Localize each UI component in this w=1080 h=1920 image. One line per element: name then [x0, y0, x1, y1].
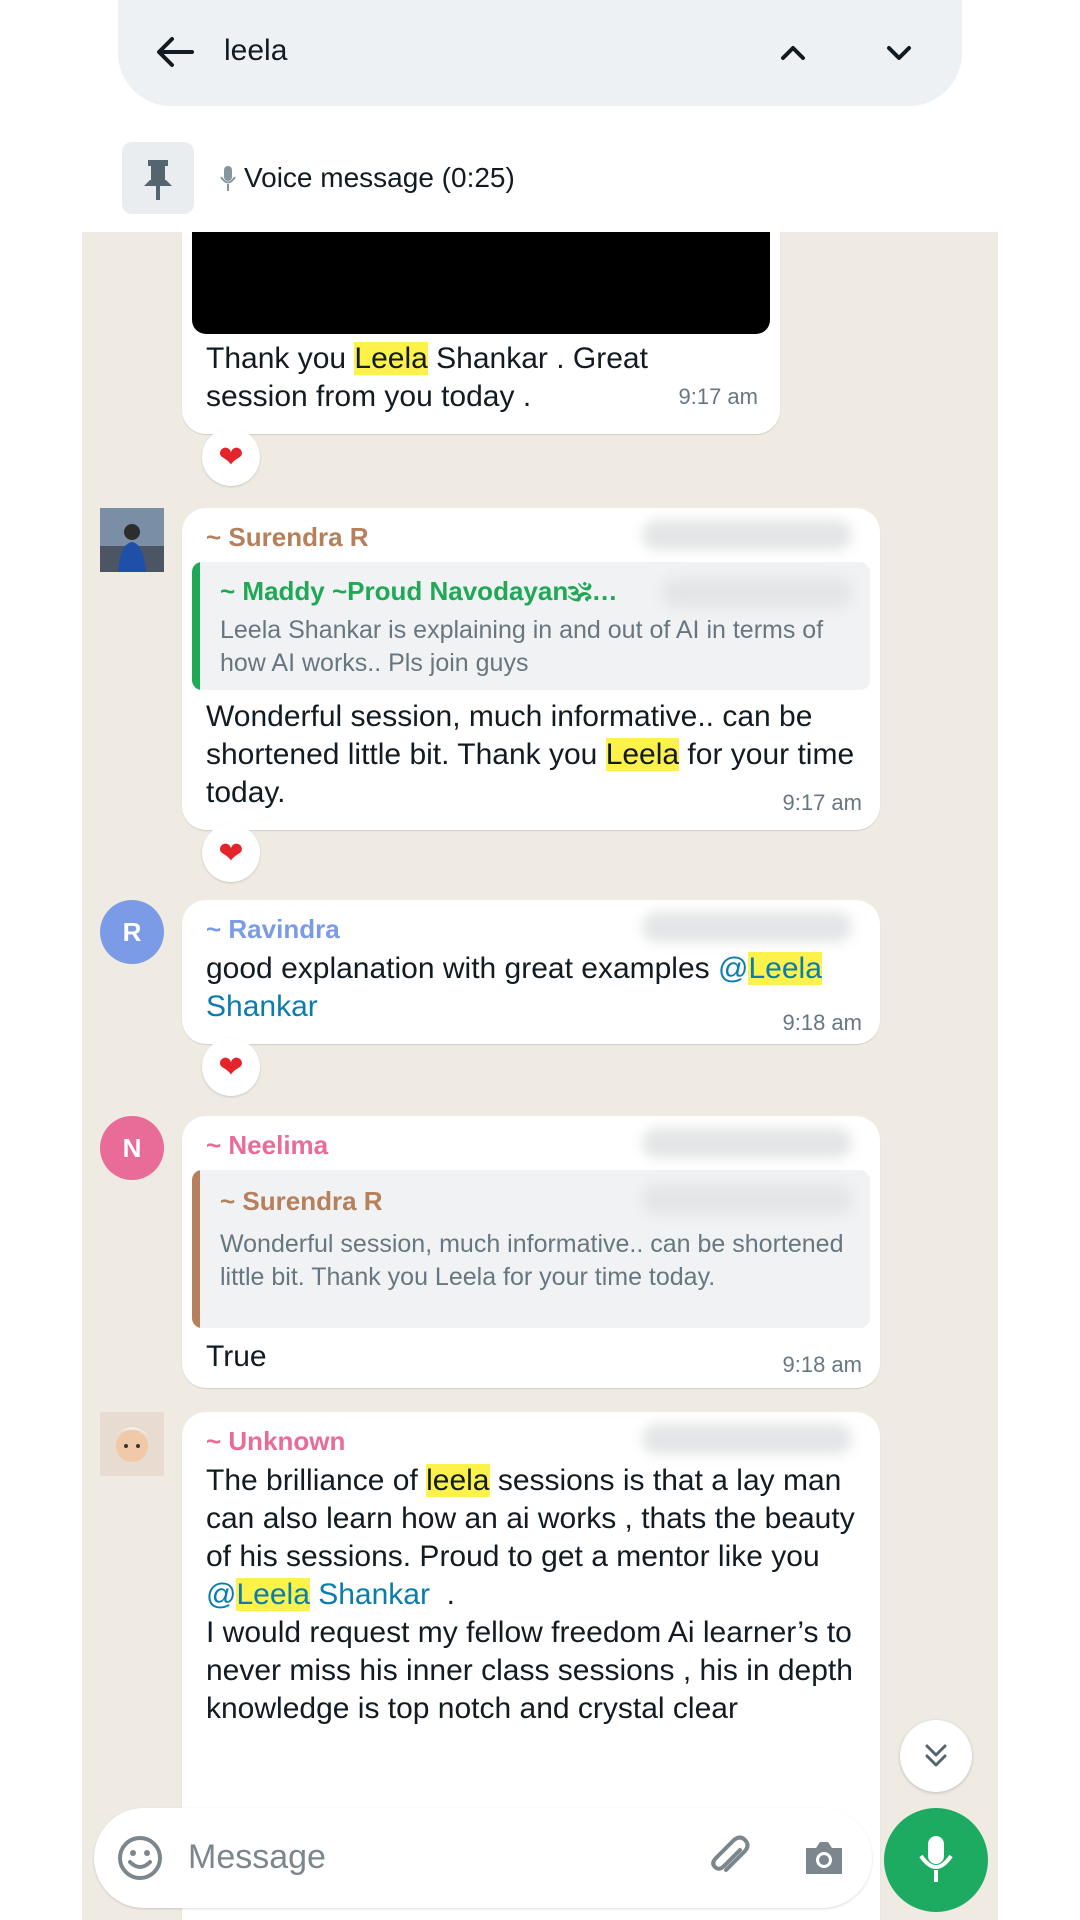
- quote-bar: [192, 1170, 200, 1328]
- redacted-phone: [642, 912, 852, 942]
- search-bar: leela: [118, 0, 962, 106]
- message-time: 9:18 am: [782, 1352, 863, 1377]
- redacted-phone: [642, 1128, 852, 1158]
- redacted-phone: [642, 1184, 852, 1214]
- chevron-up-icon[interactable]: [770, 30, 816, 76]
- chevron-down-icon[interactable]: [876, 30, 922, 76]
- emoji-icon[interactable]: [116, 1834, 164, 1882]
- chat-area: Thank you Leela Shankar . Great session …: [82, 232, 998, 1920]
- pin-icon: [122, 142, 194, 214]
- avatar[interactable]: [100, 508, 164, 572]
- message-time: 9:17 am: [678, 384, 759, 409]
- attach-icon[interactable]: [704, 1832, 756, 1884]
- message-text: The brilliance of leela sessions is that…: [206, 1464, 855, 1725]
- scroll-to-bottom-button[interactable]: [900, 1720, 972, 1792]
- avatar[interactable]: [100, 1412, 164, 1476]
- redacted-phone: [642, 1424, 852, 1454]
- avatar[interactable]: N: [100, 1116, 164, 1180]
- message-bubble[interactable]: ~ Ravindra good explanation with great e…: [182, 900, 880, 1044]
- message-composer: Message: [94, 1808, 872, 1908]
- sender-name[interactable]: ~ Neelima: [206, 1130, 328, 1161]
- message-text: True: [206, 1340, 267, 1373]
- redacted-phone: [642, 520, 852, 550]
- sender-name[interactable]: ~ Unknown: [206, 1426, 345, 1457]
- mention-link[interactable]: @Leela Shankar: [206, 1578, 430, 1611]
- heart-reaction-icon[interactable]: ❤: [202, 428, 260, 486]
- sender-name[interactable]: ~ Ravindra: [206, 914, 340, 945]
- heart-reaction-icon[interactable]: ❤: [202, 824, 260, 882]
- message-bubble[interactable]: Thank you Leela Shankar . Great session …: [182, 232, 780, 434]
- back-arrow-icon[interactable]: [148, 24, 202, 80]
- quoted-text: Leela Shankar is explaining in and out o…: [220, 616, 824, 677]
- media-thumbnail[interactable]: [192, 232, 770, 334]
- mic-icon: [919, 1836, 953, 1882]
- voice-record-button[interactable]: [884, 1808, 988, 1912]
- message-text: Wonderful session, much informative.. ca…: [206, 700, 855, 809]
- quoted-sender: ~ Maddy ~Proud Navodayan🕉…: [220, 576, 618, 606]
- search-input[interactable]: leela: [224, 34, 287, 68]
- quoted-message[interactable]: ~ Maddy ~Proud Navodayan🕉… Leela Shankar…: [192, 562, 870, 690]
- message-time: 9:18 am: [782, 1010, 863, 1035]
- mic-icon: [220, 166, 236, 191]
- redacted-phone: [662, 578, 852, 608]
- quoted-message[interactable]: ~ Surendra R Wonderful session, much inf…: [192, 1170, 870, 1328]
- pinned-text: Voice message (0:25): [244, 162, 515, 193]
- heart-reaction-icon[interactable]: ❤: [202, 1038, 260, 1096]
- message-time: 9:17 am: [782, 790, 863, 815]
- message-bubble[interactable]: ~ Neelima ~ Surendra R Wonderful session…: [182, 1116, 880, 1388]
- pinned-message-bar[interactable]: Voice message (0:25): [0, 120, 1080, 232]
- quoted-sender: ~ Surendra R: [220, 1186, 383, 1216]
- quote-bar: [192, 562, 200, 690]
- double-chevron-down-icon: [925, 1744, 947, 1767]
- avatar[interactable]: R: [100, 900, 164, 964]
- message-bubble[interactable]: ~ Surendra R ~ Maddy ~Proud Navodayan🕉… …: [182, 508, 880, 830]
- camera-icon[interactable]: [800, 1834, 848, 1882]
- quoted-text: Wonderful session, much informative.. ca…: [220, 1230, 844, 1291]
- sender-name[interactable]: ~ Surendra R: [206, 522, 369, 553]
- message-input[interactable]: Message: [188, 1838, 326, 1877]
- message-text: Thank you Leela Shankar . Great session …: [206, 342, 648, 413]
- message-text: good explanation with great examples @Le…: [206, 952, 822, 1023]
